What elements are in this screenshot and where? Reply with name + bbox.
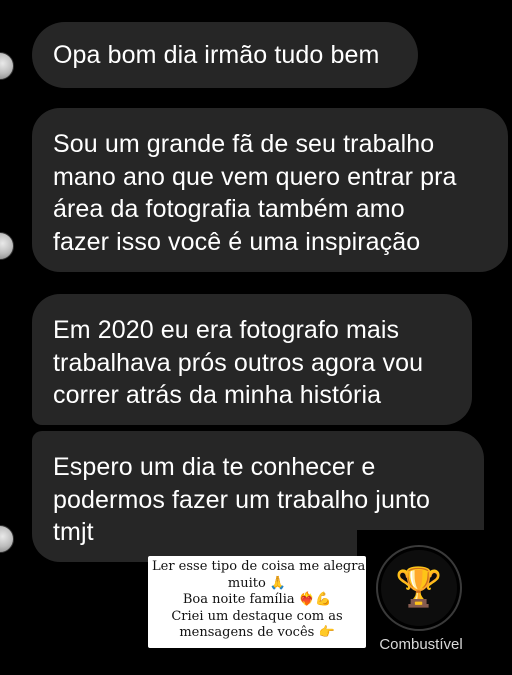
avatar[interactable]: [0, 52, 14, 80]
message-bubble[interactable]: Em 2020 eu era fotografo mais trabalhava…: [32, 294, 472, 425]
avatar[interactable]: [0, 232, 14, 260]
trophy-icon: 🏆: [395, 567, 443, 609]
message-bubble[interactable]: Opa bom dia irmão tudo bem: [32, 22, 418, 88]
caption-line: Ler esse tipo de coisa me alegra: [152, 559, 366, 574]
highlight-label: Combustível: [379, 636, 463, 653]
avatar[interactable]: [0, 525, 14, 553]
caption-line: Criei um destaque com as: [171, 608, 343, 624]
caption-line: muito 🙏: [227, 575, 287, 591]
story-caption: Ler esse tipo de coisa me alegra muito 🙏…: [148, 556, 366, 648]
highlight-cover: 🏆: [381, 550, 457, 626]
message-bubble[interactable]: Sou um grande fã de seu trabalho mano an…: [32, 108, 508, 272]
caption-line: Boa noite família ❤️‍🔥💪: [182, 592, 332, 608]
caption-line: mensagens de vocês 👉: [179, 625, 335, 641]
highlight-button[interactable]: 🏆: [376, 545, 462, 631]
